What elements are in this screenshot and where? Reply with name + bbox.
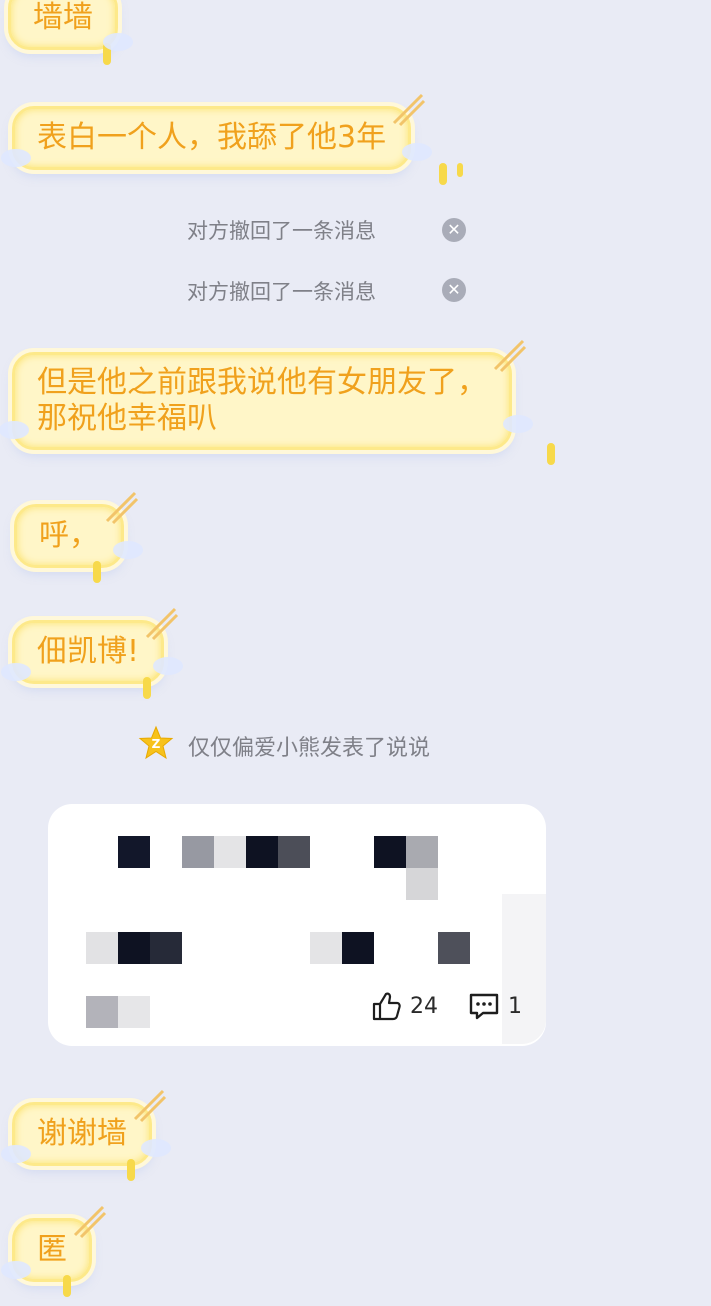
post-notice: 仅仅偏爱小熊发表了说说 xyxy=(188,736,431,761)
message-bubble[interactable]: 表白一个人，我舔了他3年 xyxy=(1,93,463,185)
wing-decoration xyxy=(1,1145,31,1163)
wing-decoration xyxy=(1,663,31,681)
mosaic-block xyxy=(310,932,342,964)
drip-decoration xyxy=(457,163,463,177)
wing-decoration xyxy=(1,1261,31,1279)
mosaic-block xyxy=(406,836,438,868)
message-text: 匿 xyxy=(37,1232,67,1267)
message-text: 呼， xyxy=(39,518,99,553)
mosaic-block xyxy=(342,932,374,964)
mosaic-block xyxy=(406,868,438,900)
wing-decoration xyxy=(0,421,29,439)
mosaic-block xyxy=(438,932,470,964)
thumbs-up-icon[interactable] xyxy=(370,990,402,1022)
drip-decoration xyxy=(63,1275,71,1297)
mosaic-block xyxy=(86,932,118,964)
message-text: 谢谢墙 xyxy=(37,1116,127,1151)
wing-decoration xyxy=(141,1139,171,1157)
chopsticks-decoration xyxy=(393,93,426,127)
wing-decoration xyxy=(402,143,433,161)
close-icon[interactable]: ✕ xyxy=(442,218,466,242)
message-text-line2: 那祝他幸福叭 xyxy=(37,401,217,436)
mosaic-block xyxy=(150,932,182,964)
wing-decoration xyxy=(153,657,184,675)
chopsticks-decoration xyxy=(133,1089,167,1123)
chopsticks-decoration xyxy=(493,339,527,373)
mosaic-block xyxy=(278,836,310,868)
mosaic-block xyxy=(118,932,150,964)
drip-decoration xyxy=(547,443,555,465)
message-bubble[interactable]: 墙墙 xyxy=(8,0,133,65)
recall-notice: 对方撤回了一条消息 xyxy=(187,219,376,243)
message-bubble[interactable]: 呼， xyxy=(14,491,143,583)
message-text: 表白一个人，我舔了他3年 xyxy=(37,120,387,155)
qzone-star-icon: Z xyxy=(138,725,174,760)
close-icon[interactable]: ✕ xyxy=(442,278,466,302)
message-text: 但是他之前跟我说他有女朋友了， xyxy=(37,365,487,400)
drip-decoration xyxy=(439,163,447,185)
drip-decoration xyxy=(127,1159,135,1181)
comment-icon[interactable] xyxy=(468,990,500,1022)
message-bubble[interactable]: 但是他之前跟我说他有女朋友了， 那祝他幸福叭 xyxy=(0,339,555,465)
message-text: 墙墙 xyxy=(33,0,93,35)
mosaic-block xyxy=(118,836,150,868)
mosaic-block xyxy=(118,996,150,1028)
message-text: 佃凯博! xyxy=(37,634,140,669)
wing-decoration xyxy=(1,149,31,167)
message-bubble[interactable]: 佃凯博! xyxy=(1,607,184,699)
mosaic-block xyxy=(214,836,246,868)
chopsticks-decoration xyxy=(73,1205,107,1239)
mosaic-block xyxy=(374,836,406,868)
chopsticks-decoration xyxy=(145,607,179,641)
message-bubble[interactable]: 谢谢墙 xyxy=(1,1089,171,1181)
like-count: 24 xyxy=(410,993,438,1019)
message-bubble[interactable]: 匿 xyxy=(1,1205,107,1297)
post-stats: 24 1 xyxy=(370,988,522,1024)
svg-text:Z: Z xyxy=(152,737,161,751)
mosaic-block xyxy=(86,996,118,1028)
drip-decoration xyxy=(93,561,101,583)
mosaic-block xyxy=(246,836,278,868)
wing-decoration xyxy=(113,541,143,559)
recall-notice: 对方撤回了一条消息 xyxy=(187,280,376,304)
wing-decoration xyxy=(503,415,533,433)
comment-count: 1 xyxy=(508,993,522,1019)
wing-decoration xyxy=(103,33,133,51)
drip-decoration xyxy=(143,677,151,699)
mosaic-block xyxy=(182,836,214,868)
chopsticks-decoration xyxy=(105,491,139,525)
